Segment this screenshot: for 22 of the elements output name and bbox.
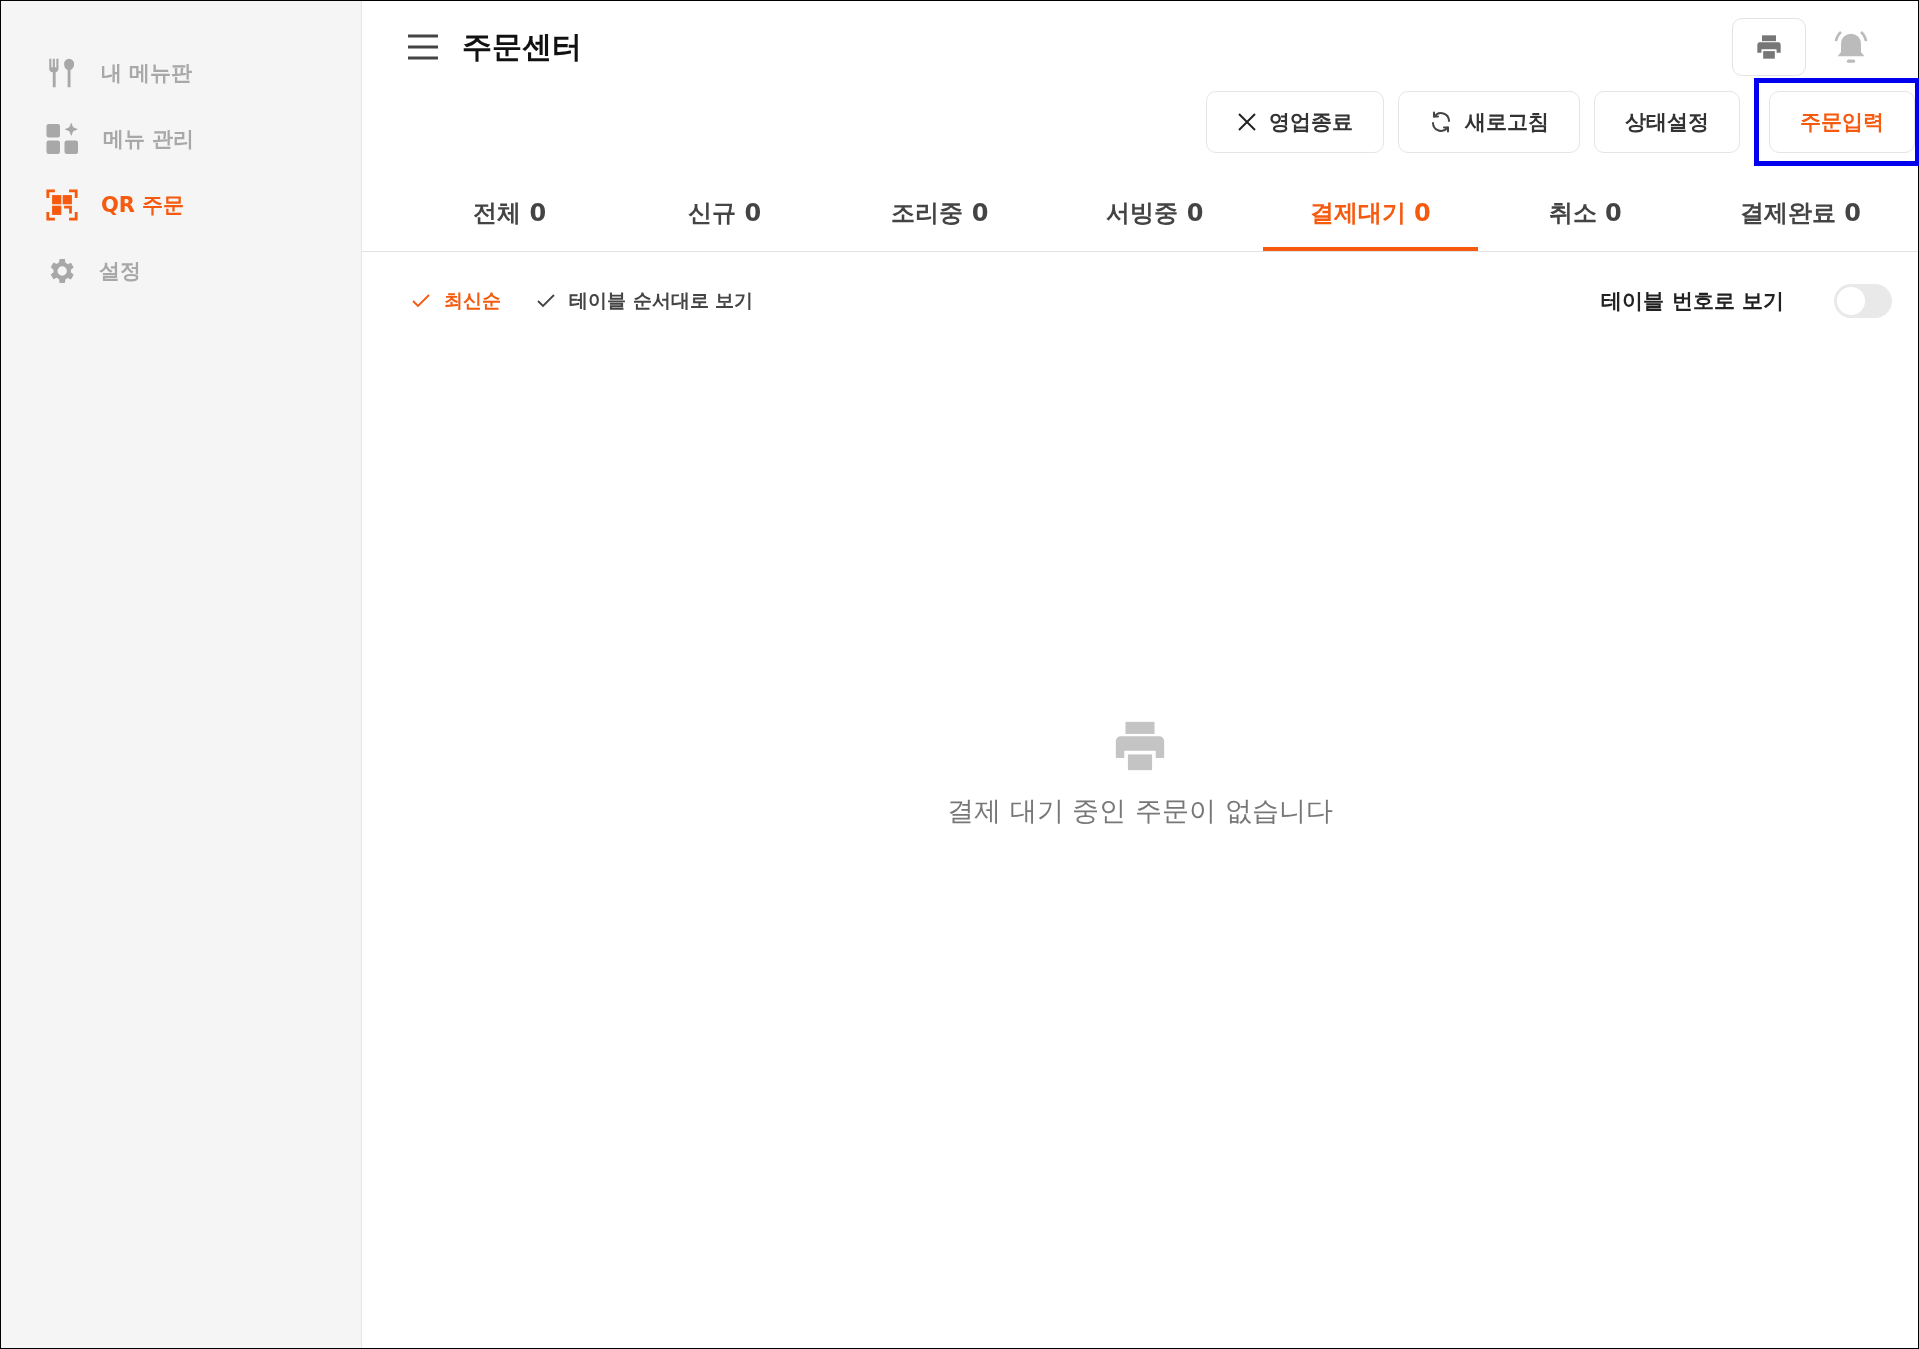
- close-icon: [1237, 112, 1257, 132]
- qr-scan-icon: [45, 188, 79, 222]
- status-tab[interactable]: 신규 0: [617, 177, 833, 251]
- empty-message: 결제 대기 중인 주문이 없습니다: [947, 794, 1333, 828]
- action-button[interactable]: 새로고침: [1398, 91, 1580, 153]
- refresh-icon: [1429, 110, 1453, 134]
- status-tab[interactable]: 조리중 0: [832, 177, 1048, 251]
- printer-icon: [1755, 33, 1783, 61]
- action-button[interactable]: 상태설정: [1594, 91, 1740, 153]
- sort-option[interactable]: 테이블 순서대로 보기: [537, 288, 754, 314]
- print-button[interactable]: [1732, 18, 1806, 76]
- page-title: 주문센터: [462, 27, 583, 66]
- status-tab[interactable]: 전체 0: [402, 177, 618, 251]
- status-tab[interactable]: 서빙중 0: [1047, 177, 1263, 251]
- status-tab[interactable]: 취소 0: [1477, 177, 1693, 251]
- status-tab[interactable]: 결제완료 0: [1692, 177, 1908, 251]
- check-icon: [537, 294, 555, 308]
- menu-icon[interactable]: [406, 33, 440, 61]
- action-button[interactable]: 영업종료: [1206, 91, 1384, 153]
- check-icon: [412, 294, 430, 308]
- toggle-label: 테이블 번호로 보기: [1601, 288, 1784, 315]
- widgets-icon: [45, 121, 81, 157]
